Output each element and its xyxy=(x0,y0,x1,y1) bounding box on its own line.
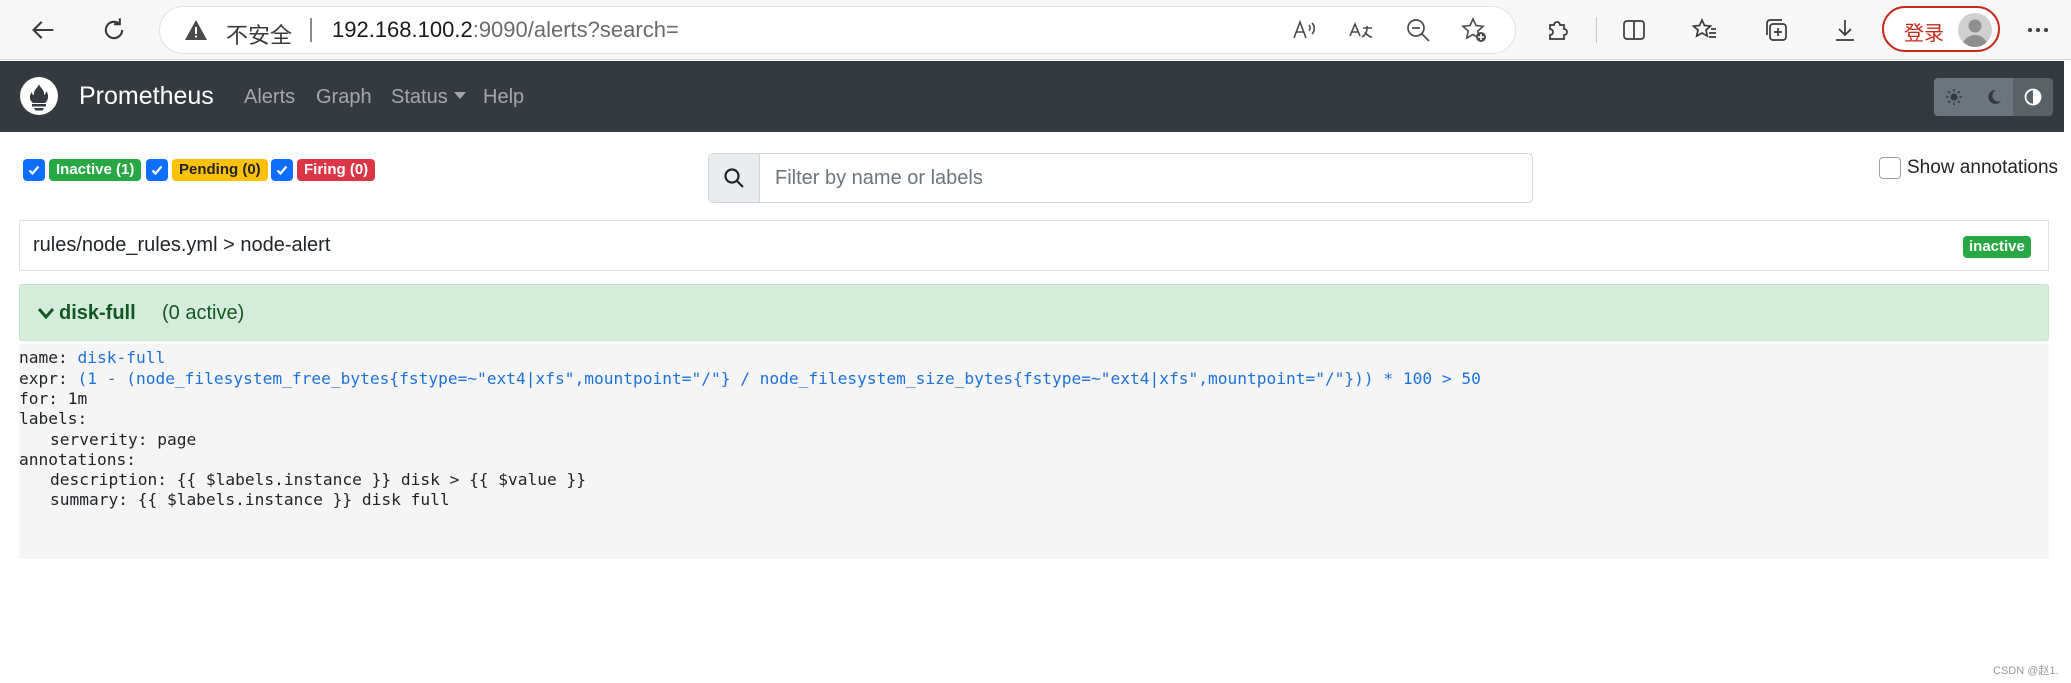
rule-expr-value[interactable]: (1 - (node_filesystem_free_bytes{fstype=… xyxy=(77,369,1480,388)
search-icon xyxy=(724,168,744,188)
contrast-icon xyxy=(2024,88,2042,106)
warning-icon xyxy=(185,20,207,40)
add-favorite-icon[interactable] xyxy=(1460,16,1488,44)
nav-status[interactable]: Status xyxy=(391,86,466,109)
address-separator xyxy=(310,18,312,42)
prometheus-logo[interactable] xyxy=(20,77,58,115)
favorites-icon xyxy=(1691,17,1716,38)
url-text[interactable]: 192.168.100.2:9090/alerts?search= xyxy=(332,17,679,43)
collections-icon xyxy=(1766,19,1787,41)
rule-label-serverity: serverity: page xyxy=(50,430,197,449)
favorites-button[interactable] xyxy=(1685,10,1725,50)
alert-name: disk-full xyxy=(59,302,136,324)
brand-name[interactable]: Prometheus xyxy=(79,82,214,111)
extensions-button[interactable] xyxy=(1538,10,1578,50)
search-input[interactable] xyxy=(761,154,1531,202)
check-icon xyxy=(28,165,40,176)
state-filter-inactive[interactable]: Inactive (1) xyxy=(23,158,142,182)
nav-alerts[interactable]: Alerts xyxy=(244,86,295,109)
rule-group-path: rules/node_rules.yml > node-alert xyxy=(33,234,331,256)
sun-icon xyxy=(1945,89,1962,105)
pending-checkbox[interactable] xyxy=(146,159,168,181)
inactive-checkbox[interactable] xyxy=(23,159,45,181)
url-host: 192.168.100.2 xyxy=(332,17,473,42)
show-annotations-label[interactable]: Show annotations xyxy=(1907,157,2058,179)
user-avatar-icon xyxy=(1962,19,1988,47)
rule-annotations-key: annotations: xyxy=(19,450,136,469)
split-screen-button[interactable] xyxy=(1614,10,1654,50)
puzzle-icon xyxy=(1549,21,1568,40)
insecure-label[interactable]: 不安全 xyxy=(226,18,292,50)
group-state-badge: inactive xyxy=(1963,236,2031,258)
rule-expr-line: expr: (1 - (node_filesystem_free_bytes{f… xyxy=(19,369,1481,388)
state-filter-pending[interactable]: Pending (0) xyxy=(146,158,268,182)
alert-rule-toggle[interactable]: disk-full (0 active) xyxy=(19,284,2049,341)
theme-auto-button[interactable] xyxy=(2013,78,2053,116)
rule-name-value[interactable]: disk-full xyxy=(77,348,165,367)
rule-group-header: rules/node_rules.yml > node-alert inacti… xyxy=(19,220,2049,271)
theme-toggle-group xyxy=(1934,78,2053,116)
arrow-left-icon xyxy=(32,21,54,39)
nav-help[interactable]: Help xyxy=(483,86,524,109)
search-addon xyxy=(709,154,760,202)
theme-dark-button[interactable] xyxy=(1973,78,2014,116)
navbar: Prometheus Alerts Graph Status Help xyxy=(0,61,2064,132)
avatar xyxy=(1958,13,1992,47)
check-icon xyxy=(151,165,163,176)
firing-badge: Firing (0) xyxy=(297,159,376,181)
browser-toolbar: 不安全 192.168.100.2:9090/alerts?search= 登录 xyxy=(0,0,2071,60)
url-path: :9090/alerts?search= xyxy=(472,17,679,42)
split-screen-icon xyxy=(1623,20,1645,40)
state-filter-firing[interactable]: Firing (0) xyxy=(271,158,376,182)
back-button[interactable] xyxy=(24,10,64,50)
rule-labels-key: labels: xyxy=(19,409,88,428)
refresh-icon xyxy=(104,18,124,40)
toolbar-divider xyxy=(1596,17,1597,43)
flame-icon xyxy=(29,84,49,111)
show-annotations-checkbox[interactable] xyxy=(1879,157,1901,179)
nav-graph[interactable]: Graph xyxy=(316,86,372,109)
chevron-down-icon xyxy=(37,308,55,320)
read-aloud-icon[interactable] xyxy=(1290,16,1318,44)
watermark: CSDN @赵1. xyxy=(1993,665,2059,677)
address-bar[interactable]: 不安全 192.168.100.2:9090/alerts?search= xyxy=(160,7,1515,53)
rule-definition: name: disk-full expr: (1 - (node_filesys… xyxy=(19,344,2049,559)
rule-annotation-description: description: {{ $labels.instance }} disk… xyxy=(50,470,587,489)
firing-checkbox[interactable] xyxy=(271,159,293,181)
collections-button[interactable] xyxy=(1756,10,1796,50)
alert-active-count: (0 active) xyxy=(162,302,245,324)
rule-expr-key: expr: xyxy=(19,369,68,388)
nav-status-label: Status xyxy=(391,86,448,108)
theme-light-button[interactable] xyxy=(1934,78,1974,116)
zoom-out-icon[interactable] xyxy=(1404,16,1432,44)
refresh-button[interactable] xyxy=(94,10,134,50)
search-group xyxy=(708,153,1533,203)
rule-name-key: name: xyxy=(19,348,68,367)
downloads-button[interactable] xyxy=(1825,10,1865,50)
more-horizontal-icon xyxy=(2028,28,2048,32)
check-icon xyxy=(276,165,288,176)
login-button[interactable]: 登录 xyxy=(1882,6,2000,52)
rule-annotation-summary: summary: {{ $labels.instance }} disk ful… xyxy=(50,490,450,509)
rule-for-line: for: 1m xyxy=(19,389,88,408)
caret-down-icon xyxy=(453,92,466,99)
pending-badge: Pending (0) xyxy=(172,159,268,181)
inactive-badge: Inactive (1) xyxy=(49,159,142,181)
translate-icon[interactable] xyxy=(1347,16,1375,44)
rule-name-line: name: disk-full xyxy=(19,348,165,367)
moon-icon xyxy=(1987,89,2001,104)
download-icon xyxy=(1836,20,1854,41)
login-label: 登录 xyxy=(1904,21,1944,45)
settings-more-button[interactable] xyxy=(2018,10,2058,50)
